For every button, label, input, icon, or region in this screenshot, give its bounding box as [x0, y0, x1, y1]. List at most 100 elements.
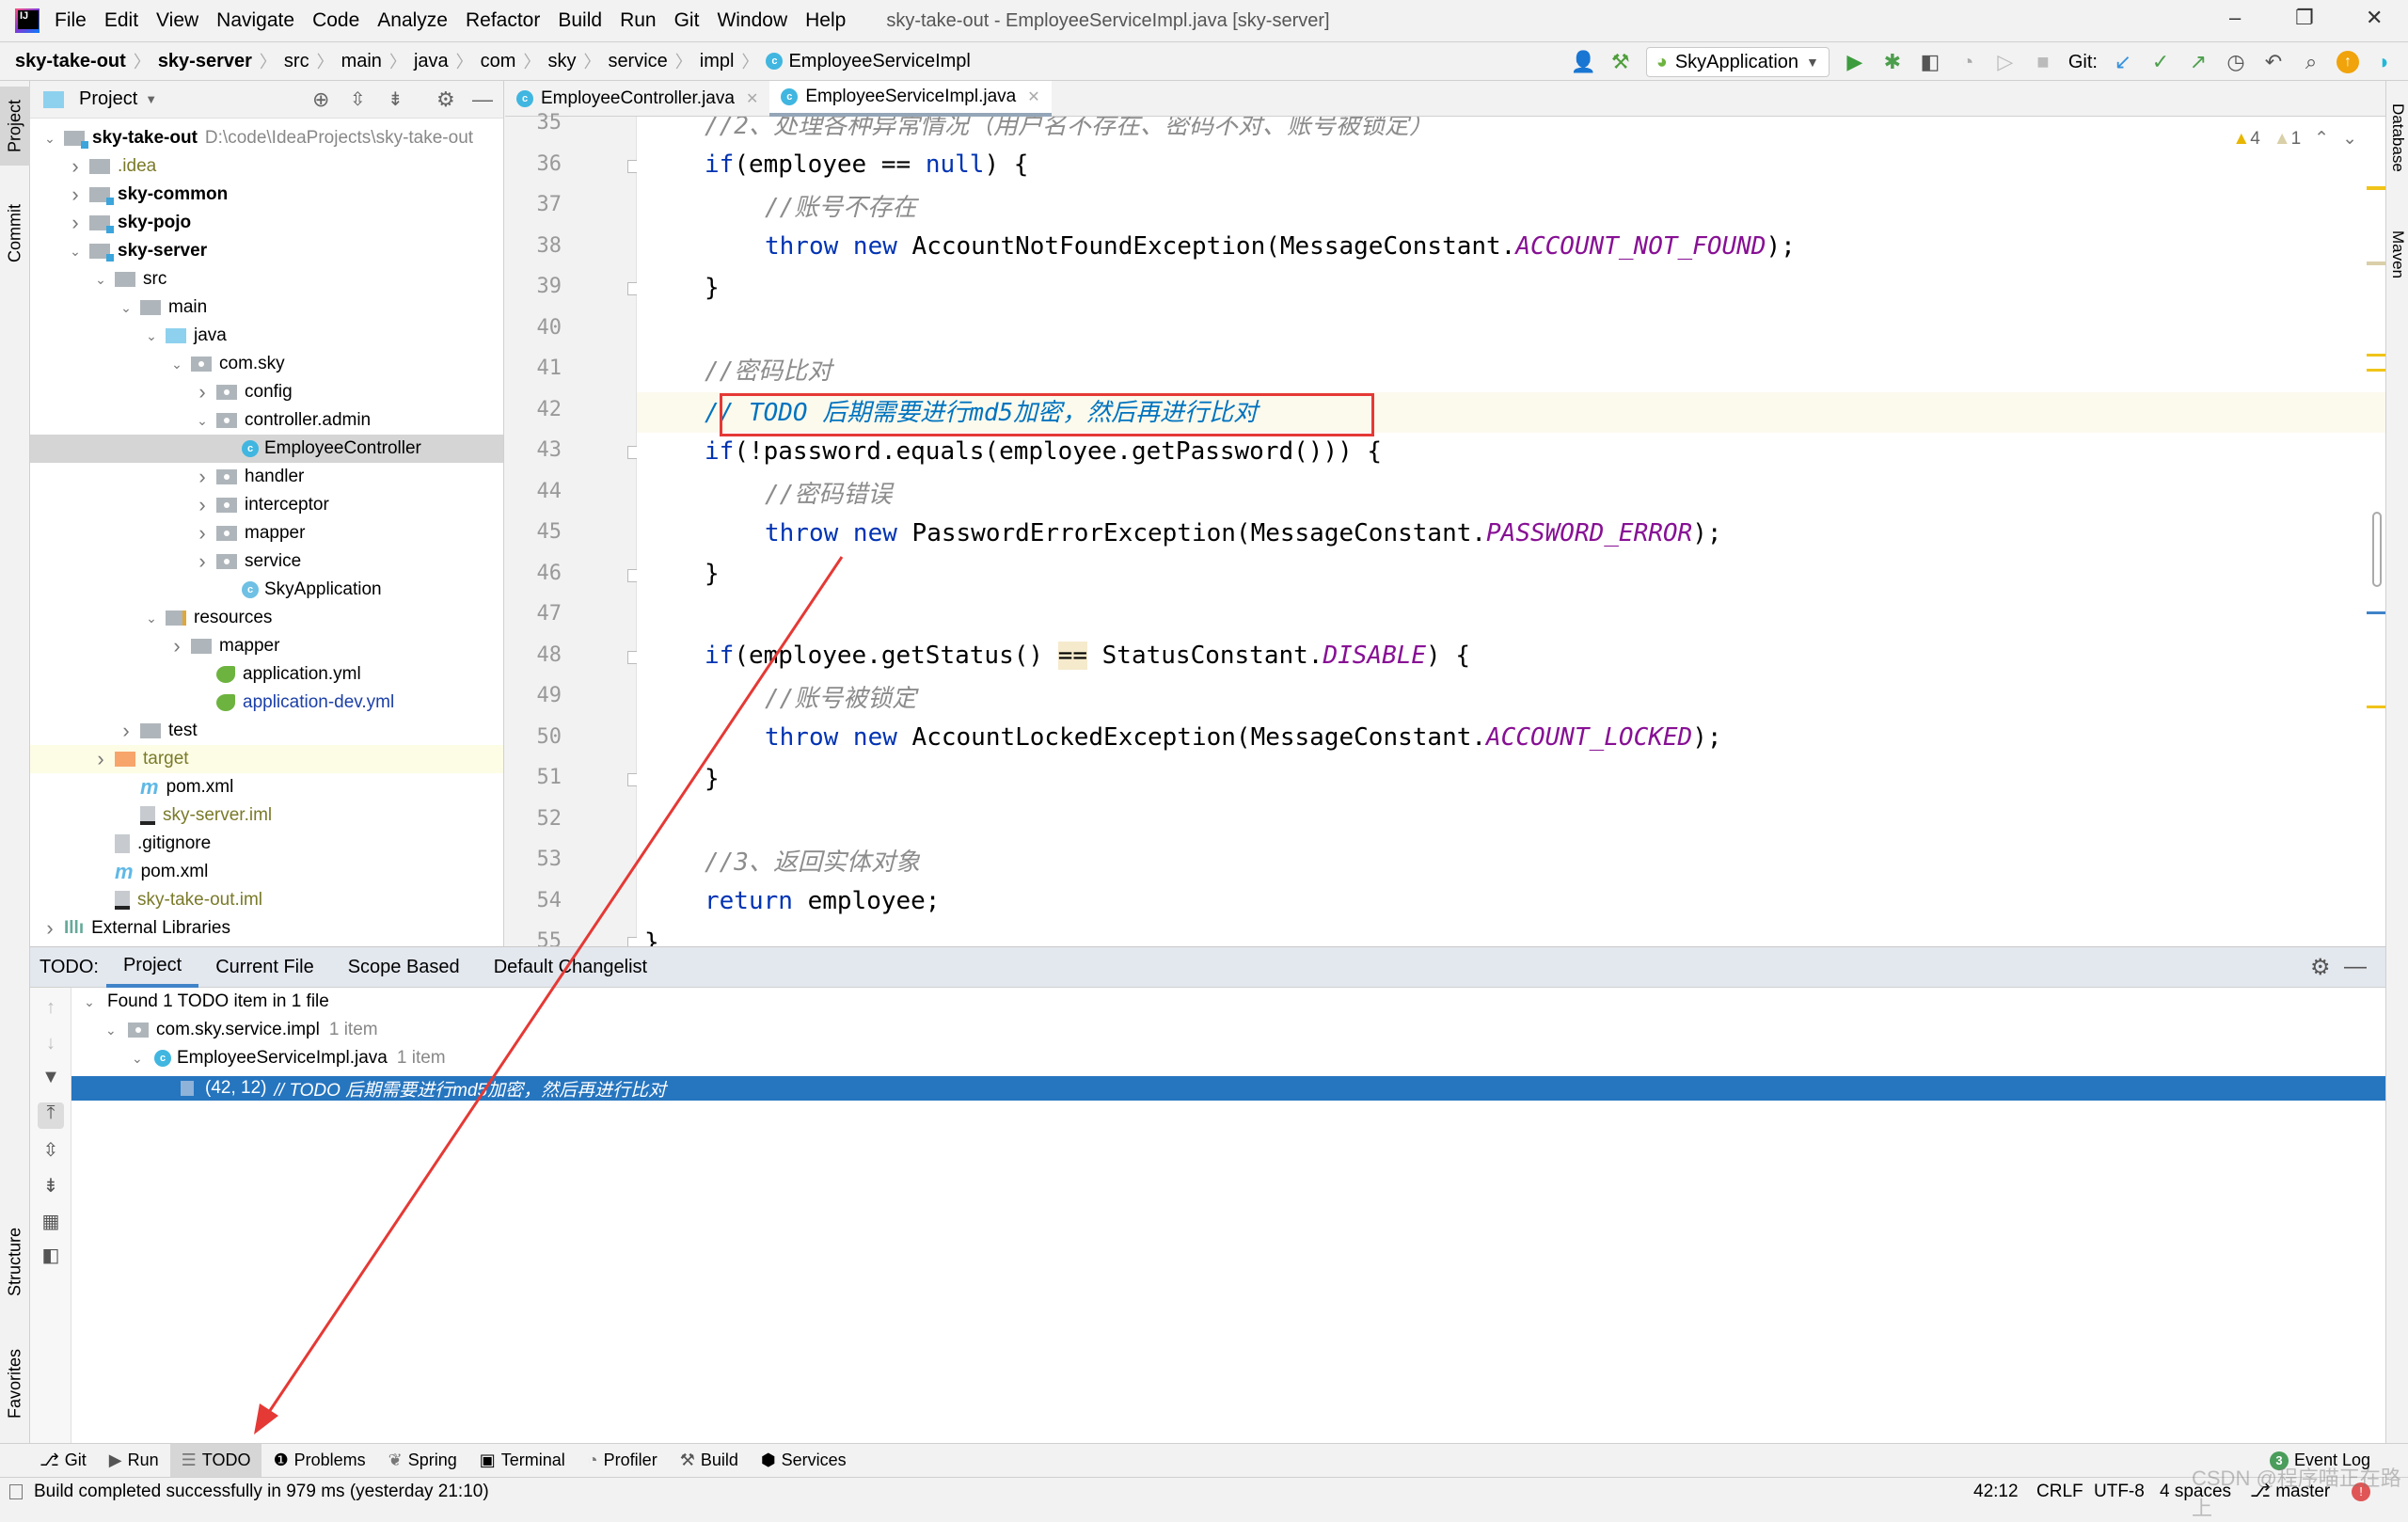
tab-project[interactable]: Project [0, 87, 30, 166]
minimize-button[interactable]: – [2229, 6, 2241, 30]
tab-maven[interactable]: Maven [2386, 213, 2408, 297]
tab-commit[interactable]: Commit [0, 186, 30, 280]
tree-item[interactable]: › handler [30, 463, 503, 491]
breadcrumb-item[interactable]: impl [700, 51, 735, 72]
tool-window-todo[interactable]: ☰ TODO [169, 1443, 262, 1478]
gear-icon[interactable]: ⚙ [436, 87, 455, 112]
chevron-right-icon[interactable]: › [194, 549, 211, 574]
error-stripe-mark[interactable] [2367, 611, 2385, 614]
next-todo-icon[interactable]: ↓ [38, 1033, 64, 1059]
error-stripe-mark[interactable] [2367, 354, 2385, 357]
chevron-down-icon[interactable]: ⌄ [143, 610, 160, 626]
breadcrumb-item[interactable]: sky-server [158, 51, 252, 72]
breadcrumb-item[interactable]: main [341, 51, 382, 72]
tab-employee-service-impl[interactable]: c EmployeeServiceImpl.java ✕ [769, 81, 1052, 117]
todo-package-row[interactable]: ⌄ com.sky.service.impl 1 item [71, 1016, 2385, 1044]
menu-analyze[interactable]: Analyze [377, 9, 448, 32]
tab-database[interactable]: Database [2386, 90, 2408, 184]
menu-git[interactable]: Git [674, 9, 700, 32]
tree-item[interactable]: ⌄ java [30, 322, 503, 350]
chevron-down-icon[interactable]: ⌄ [118, 300, 135, 316]
tree-item[interactable]: m pom.xml [30, 858, 503, 886]
gear-icon[interactable]: ⚙ [2310, 954, 2331, 981]
collapse-all-icon[interactable]: ⇟ [38, 1174, 64, 1200]
menu-run[interactable]: Run [620, 9, 657, 32]
chevron-down-icon[interactable]: ▼ [145, 92, 157, 106]
tree-item[interactable]: ⌄ com.sky [30, 350, 503, 378]
tree-item[interactable]: c SkyApplication [30, 576, 503, 604]
history-icon[interactable]: ◷ [2224, 50, 2248, 74]
chevron-right-icon[interactable]: › [194, 380, 211, 404]
chevron-right-icon[interactable]: › [168, 634, 185, 658]
tool-window-services[interactable]: ⬢ Services [750, 1444, 858, 1478]
inspection-widget[interactable]: ▲4 ▲1 ⌃ ⌄ [2232, 128, 2357, 150]
tool-window-profiler[interactable]: ◔ Profiler [577, 1444, 669, 1478]
tool-window-git[interactable]: ⎇ Git [28, 1444, 98, 1478]
tree-item[interactable]: › service [30, 547, 503, 576]
menu-help[interactable]: Help [805, 9, 846, 32]
previous-highlight-icon[interactable]: ⌃ [2314, 128, 2329, 150]
tree-item[interactable]: c EmployeeController [30, 435, 503, 463]
chevron-right-icon[interactable]: › [92, 747, 109, 771]
todo-tab-current-file[interactable]: Current File [198, 946, 330, 988]
todo-item-row[interactable]: (42, 12) // TODO 后期需要进行md5加密，然后再进行比对 [71, 1076, 2385, 1101]
plugin-icon[interactable]: ◗ [2372, 50, 2397, 74]
chevron-right-icon[interactable]: › [118, 719, 135, 743]
chevron-down-icon[interactable]: ⌄ [92, 272, 109, 288]
todo-tab-scope-based[interactable]: Scope Based [331, 946, 477, 988]
chevron-down-icon[interactable]: ⌄ [168, 357, 185, 373]
filter-icon[interactable]: ▼ [38, 1067, 64, 1093]
close-tab-icon[interactable]: ✕ [1027, 87, 1039, 106]
editor-scrollbar[interactable] [2372, 512, 2382, 587]
run-configuration-select[interactable]: ◕ SkyApplication ▼ [1645, 47, 1830, 77]
caret-position[interactable]: 42:12 [1973, 1482, 2019, 1502]
tool-window-build[interactable]: ⚒ Build [669, 1444, 750, 1478]
tree-item[interactable]: › sky-common [30, 181, 503, 209]
tree-item[interactable]: › target [30, 745, 503, 773]
chevron-right-icon[interactable]: › [67, 154, 84, 179]
breadcrumb-item[interactable]: com [481, 51, 516, 72]
breadcrumb-item[interactable]: src [284, 51, 309, 72]
tree-item[interactable]: ⌄ resources [30, 604, 503, 632]
menu-navigate[interactable]: Navigate [216, 9, 294, 32]
breadcrumb-item[interactable]: sky [547, 51, 576, 72]
debug-icon[interactable]: ✱ [1880, 50, 1905, 74]
tab-structure[interactable]: Structure [0, 1210, 30, 1313]
tree-item[interactable]: ⌄ sky-server [30, 237, 503, 265]
breadcrumb-item[interactable]: java [414, 51, 449, 72]
file-encoding[interactable]: UTF-8 [2094, 1482, 2145, 1502]
tree-item[interactable]: ⌄ main [30, 293, 503, 322]
error-stripe-mark[interactable] [2367, 186, 2385, 190]
menu-view[interactable]: View [156, 9, 198, 32]
restore-button[interactable]: ❐ [2295, 6, 2314, 30]
run-icon[interactable]: ▶ [1843, 50, 1867, 74]
next-highlight-icon[interactable]: ⌄ [2342, 128, 2357, 150]
status-message-icon[interactable] [9, 1483, 23, 1499]
tab-favorites[interactable]: Favorites [0, 1332, 30, 1435]
user-icon[interactable]: 👤 [1571, 50, 1596, 74]
menu-build[interactable]: Build [558, 9, 602, 32]
tool-window-run[interactable]: ▶ Run [98, 1444, 170, 1478]
breadcrumb-item[interactable]: service [608, 51, 667, 72]
tree-item[interactable]: sky-server.iml [30, 801, 503, 830]
chevron-down-icon[interactable]: ⌄ [194, 413, 211, 429]
tree-item[interactable]: sky-take-out.iml [30, 886, 503, 914]
tree-item[interactable]: .gitignore [30, 830, 503, 858]
close-window-button[interactable]: ✕ [2366, 6, 2383, 30]
project-view-select[interactable]: Project [79, 88, 137, 110]
tool-window-spring[interactable]: ❦ Spring [377, 1444, 468, 1478]
chevron-right-icon[interactable]: › [194, 521, 211, 546]
todo-file-row[interactable]: ⌄ c EmployeeServiceImpl.java 1 item [71, 1044, 2385, 1072]
chevron-down-icon[interactable]: ⌄ [143, 328, 160, 344]
git-update-icon[interactable]: ↙ [2111, 50, 2135, 74]
group-by-icon[interactable]: ▦ [38, 1210, 64, 1236]
tree-item[interactable]: › Illı External Libraries [30, 914, 503, 943]
locate-icon[interactable]: ⊕ [312, 87, 329, 112]
breadcrumb-item[interactable]: sky-take-out [15, 51, 126, 72]
search-icon[interactable]: ⌕ [2299, 50, 2323, 74]
todo-tab-default-changelist[interactable]: Default Changelist [477, 946, 664, 988]
tool-window-problems[interactable]: ❶ Problems [261, 1444, 376, 1478]
tree-item[interactable]: › interceptor [30, 491, 503, 519]
tool-window-terminal[interactable]: ▣ Terminal [468, 1444, 577, 1478]
chevron-right-icon[interactable]: › [67, 182, 84, 207]
